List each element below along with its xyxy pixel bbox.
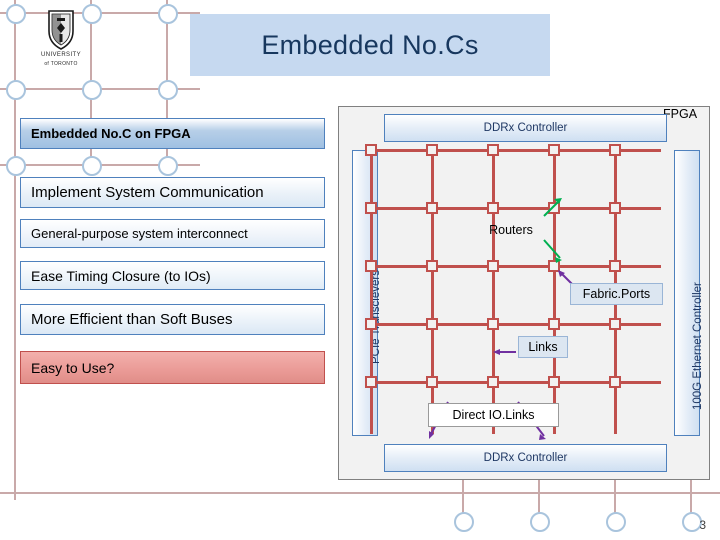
deco-circle (82, 156, 102, 176)
bullet-label: Easy to Use? (31, 359, 115, 376)
bullet-label: Embedded No.C on FPGA (31, 126, 191, 141)
bullet-label: Implement System Communication (31, 184, 264, 201)
deco-circle (158, 80, 178, 100)
deco-circle (158, 4, 178, 24)
deco-circle (6, 80, 26, 100)
deco-line (690, 480, 692, 516)
bullet-embedded-noc-on-fpga: Embedded No.C on FPGA (20, 118, 325, 149)
deco-line (14, 0, 16, 500)
deco-circle (606, 512, 626, 532)
bullet-ease-timing-closure: Ease Timing Closure (to IOs) (20, 261, 325, 290)
page-number: 3 (699, 518, 706, 532)
deco-circle (6, 156, 26, 176)
bullet-label: More Efficient than Soft Buses (31, 311, 233, 328)
callout-direct-io-links: Direct IO.Links (428, 403, 559, 427)
callout-routers: Routers (489, 223, 533, 237)
deco-line (614, 480, 616, 516)
deco-circle (454, 512, 474, 532)
page-title: Embedded No.Cs (261, 29, 479, 60)
deco-circle (158, 156, 178, 176)
bullet-label: General-purpose system interconnect (31, 226, 248, 241)
crest-icon (48, 10, 74, 50)
callout-fabric-ports: Fabric.Ports (570, 283, 663, 305)
deco-circle (530, 512, 550, 532)
logo-line-1: UNIVERSITY (40, 52, 81, 58)
slide-title: Embedded No.Cs (190, 14, 550, 76)
logo-line-2: of TORONTO (44, 61, 78, 67)
callout-links: Links (518, 336, 568, 358)
bullet-easy-to-use: Easy to Use? (20, 351, 325, 384)
bullet-more-efficient-than-soft-buses: More Efficient than Soft Buses (20, 304, 325, 335)
bullet-label: Ease Timing Closure (to IOs) (31, 267, 211, 284)
deco-line (462, 480, 464, 516)
deco-line (0, 492, 720, 494)
bullet-general-purpose-interconnect: General-purpose system interconnect (20, 219, 325, 248)
slide: UNIVERSITY of TORONTO Embedded No.Cs Emb… (0, 0, 720, 540)
deco-circle (82, 80, 102, 100)
bullet-implement-system-communication: Implement System Communication (20, 177, 325, 208)
university-logo: UNIVERSITY of TORONTO (22, 8, 100, 74)
deco-line (538, 480, 540, 516)
